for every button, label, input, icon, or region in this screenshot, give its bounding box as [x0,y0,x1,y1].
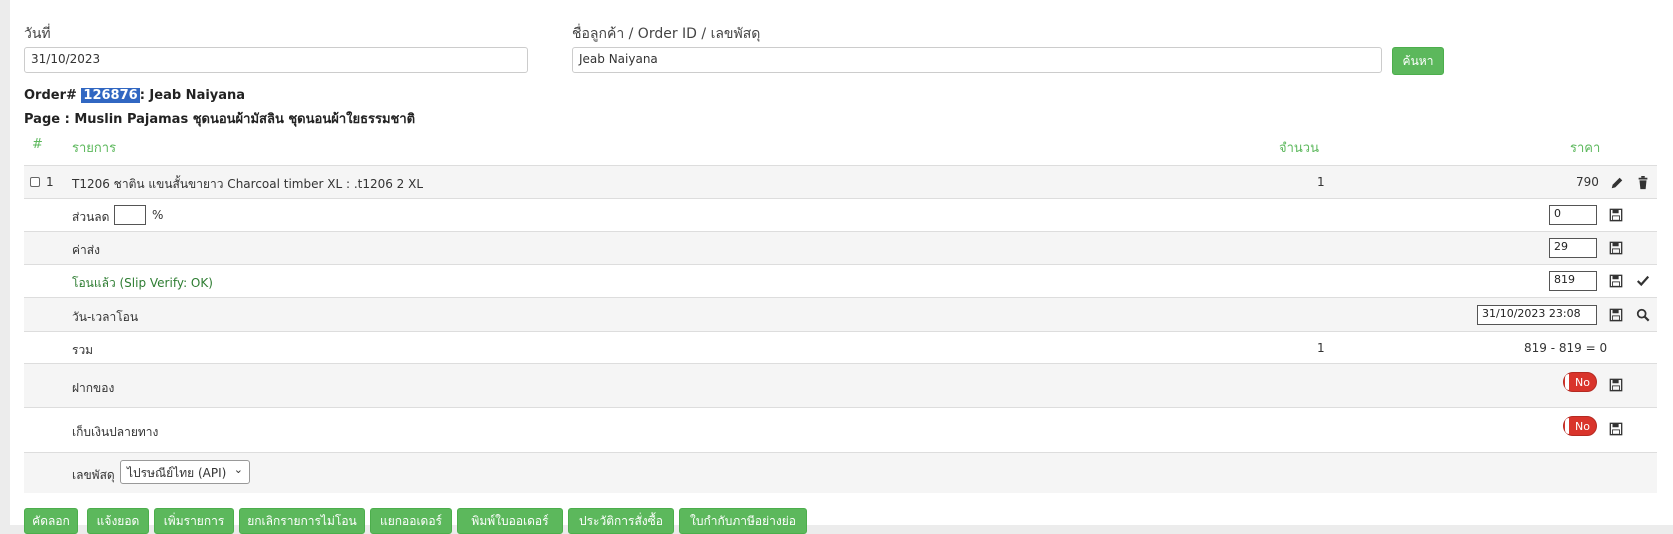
paid-input[interactable]: 819 [1549,271,1597,291]
paid-label: โอนแล้ว (Slip Verify: OK) [72,276,213,290]
order-prefix: Order# [24,88,77,103]
item-price: 790 [1576,175,1599,189]
order-customer: : Jeab Naiyana [139,88,246,103]
table-row-total: รวม 1 819 - 819 = 0 [24,331,1657,363]
tax-invoice-button[interactable]: ใบกำกับภาษีอย่างย่อ [679,508,807,534]
print-order-button[interactable]: พิมพ์ใบออเดอร์ [457,508,563,534]
item-index: 1 [46,175,54,189]
table-row-shipping: ค่าส่ง 29 [24,231,1657,264]
date-label: วันที่ [24,26,51,42]
table-row-deposit: ฝากของ No [24,363,1657,407]
table-row-tracking: เลขพัสดุ ไปรษณีย์ไทย (API) ⌄ [24,452,1657,493]
search-icon[interactable] [1636,308,1650,322]
save-icon[interactable] [1609,308,1623,322]
header-price: ราคา [1570,141,1601,156]
tracking-label: เลขพัสดุ [72,468,115,482]
chevron-down-icon: ⌄ [233,463,243,476]
split-order-button[interactable]: แยกออเดอร์ [370,508,452,534]
save-icon[interactable] [1609,241,1623,255]
query-label: ชื่อลูกค้า / Order ID / เลขพัสดุ [572,26,761,42]
order-page-line: Page : Muslin Pajamas ชุดนอนผ้ามัสลิน ชุ… [24,112,416,127]
save-icon[interactable] [1609,274,1623,288]
save-icon[interactable] [1609,422,1623,436]
discount-label: ส่วนลด [72,210,110,224]
shipping-input[interactable]: 29 [1549,238,1597,258]
table-row-paid: โอนแล้ว (Slip Verify: OK) 819 [24,264,1657,297]
item-qty: 1 [1317,175,1325,189]
table-row-transfer-time: วัน-เวลาโอน 31/10/2023 23:08 [24,297,1657,331]
add-item-button[interactable]: เพิ่มรายการ [154,508,234,534]
discount-value-input[interactable]: 0 [1549,205,1597,225]
total-value: 819 - 819 = 0 [1524,341,1608,355]
notify-amount-button[interactable]: แจ้งยอด [87,508,149,534]
check-icon[interactable] [1636,274,1650,288]
header-num: # [32,137,43,152]
save-icon[interactable] [1609,208,1623,222]
trash-icon[interactable] [1636,176,1650,190]
order-panel: วันที่ 31/10/2023 ชื่อลูกค้า / Order ID … [10,0,1673,534]
cod-label: เก็บเงินปลายทาง [72,425,159,439]
search-input[interactable]: Jeab Naiyana [572,47,1382,73]
percent-sign: % [152,208,164,222]
item-name: T1206 ชาติน แขนสั้นขายาว Charcoal timber… [72,177,424,191]
order-history-button[interactable]: ประวัติการสั่งซื้อ [568,508,674,534]
deposit-toggle[interactable]: No [1563,372,1597,392]
header-item: รายการ [72,141,117,156]
table-row-item: 1 T1206 ชาติน แขนสั้นขายาว Charcoal timb… [24,165,1657,198]
carrier-select[interactable]: ไปรษณีย์ไทย (API) ⌄ [120,460,250,484]
transfer-time-label: วัน-เวลาโอน [72,310,139,324]
item-checkbox[interactable] [30,177,40,187]
transfer-time-input[interactable]: 31/10/2023 23:08 [1477,305,1597,325]
save-icon[interactable] [1609,378,1623,392]
header-qty: จำนวน [1279,141,1319,156]
date-input[interactable]: 31/10/2023 [24,47,528,73]
carrier-selected: ไปรษณีย์ไทย (API) [127,466,227,480]
total-label: รวม [72,343,94,357]
discount-percent-input[interactable] [114,205,146,225]
copy-button[interactable]: คัดลอก [24,508,78,534]
table-row-discount: ส่วนลด % 0 [24,198,1657,231]
order-title: Order# 126876: Jeab Naiyana [24,88,245,103]
table-row-cod: เก็บเงินปลายทาง No [24,407,1657,452]
total-qty: 1 [1317,341,1325,355]
search-button[interactable]: ค้นหา [1392,47,1444,75]
cod-toggle[interactable]: No [1563,416,1597,436]
order-id[interactable]: 126876 [81,88,140,103]
edit-icon[interactable] [1610,176,1624,190]
cancel-unpaid-button[interactable]: ยกเลิกรายการไม่โอน [239,508,365,534]
deposit-label: ฝากของ [72,381,115,395]
shipping-label: ค่าส่ง [72,243,100,257]
